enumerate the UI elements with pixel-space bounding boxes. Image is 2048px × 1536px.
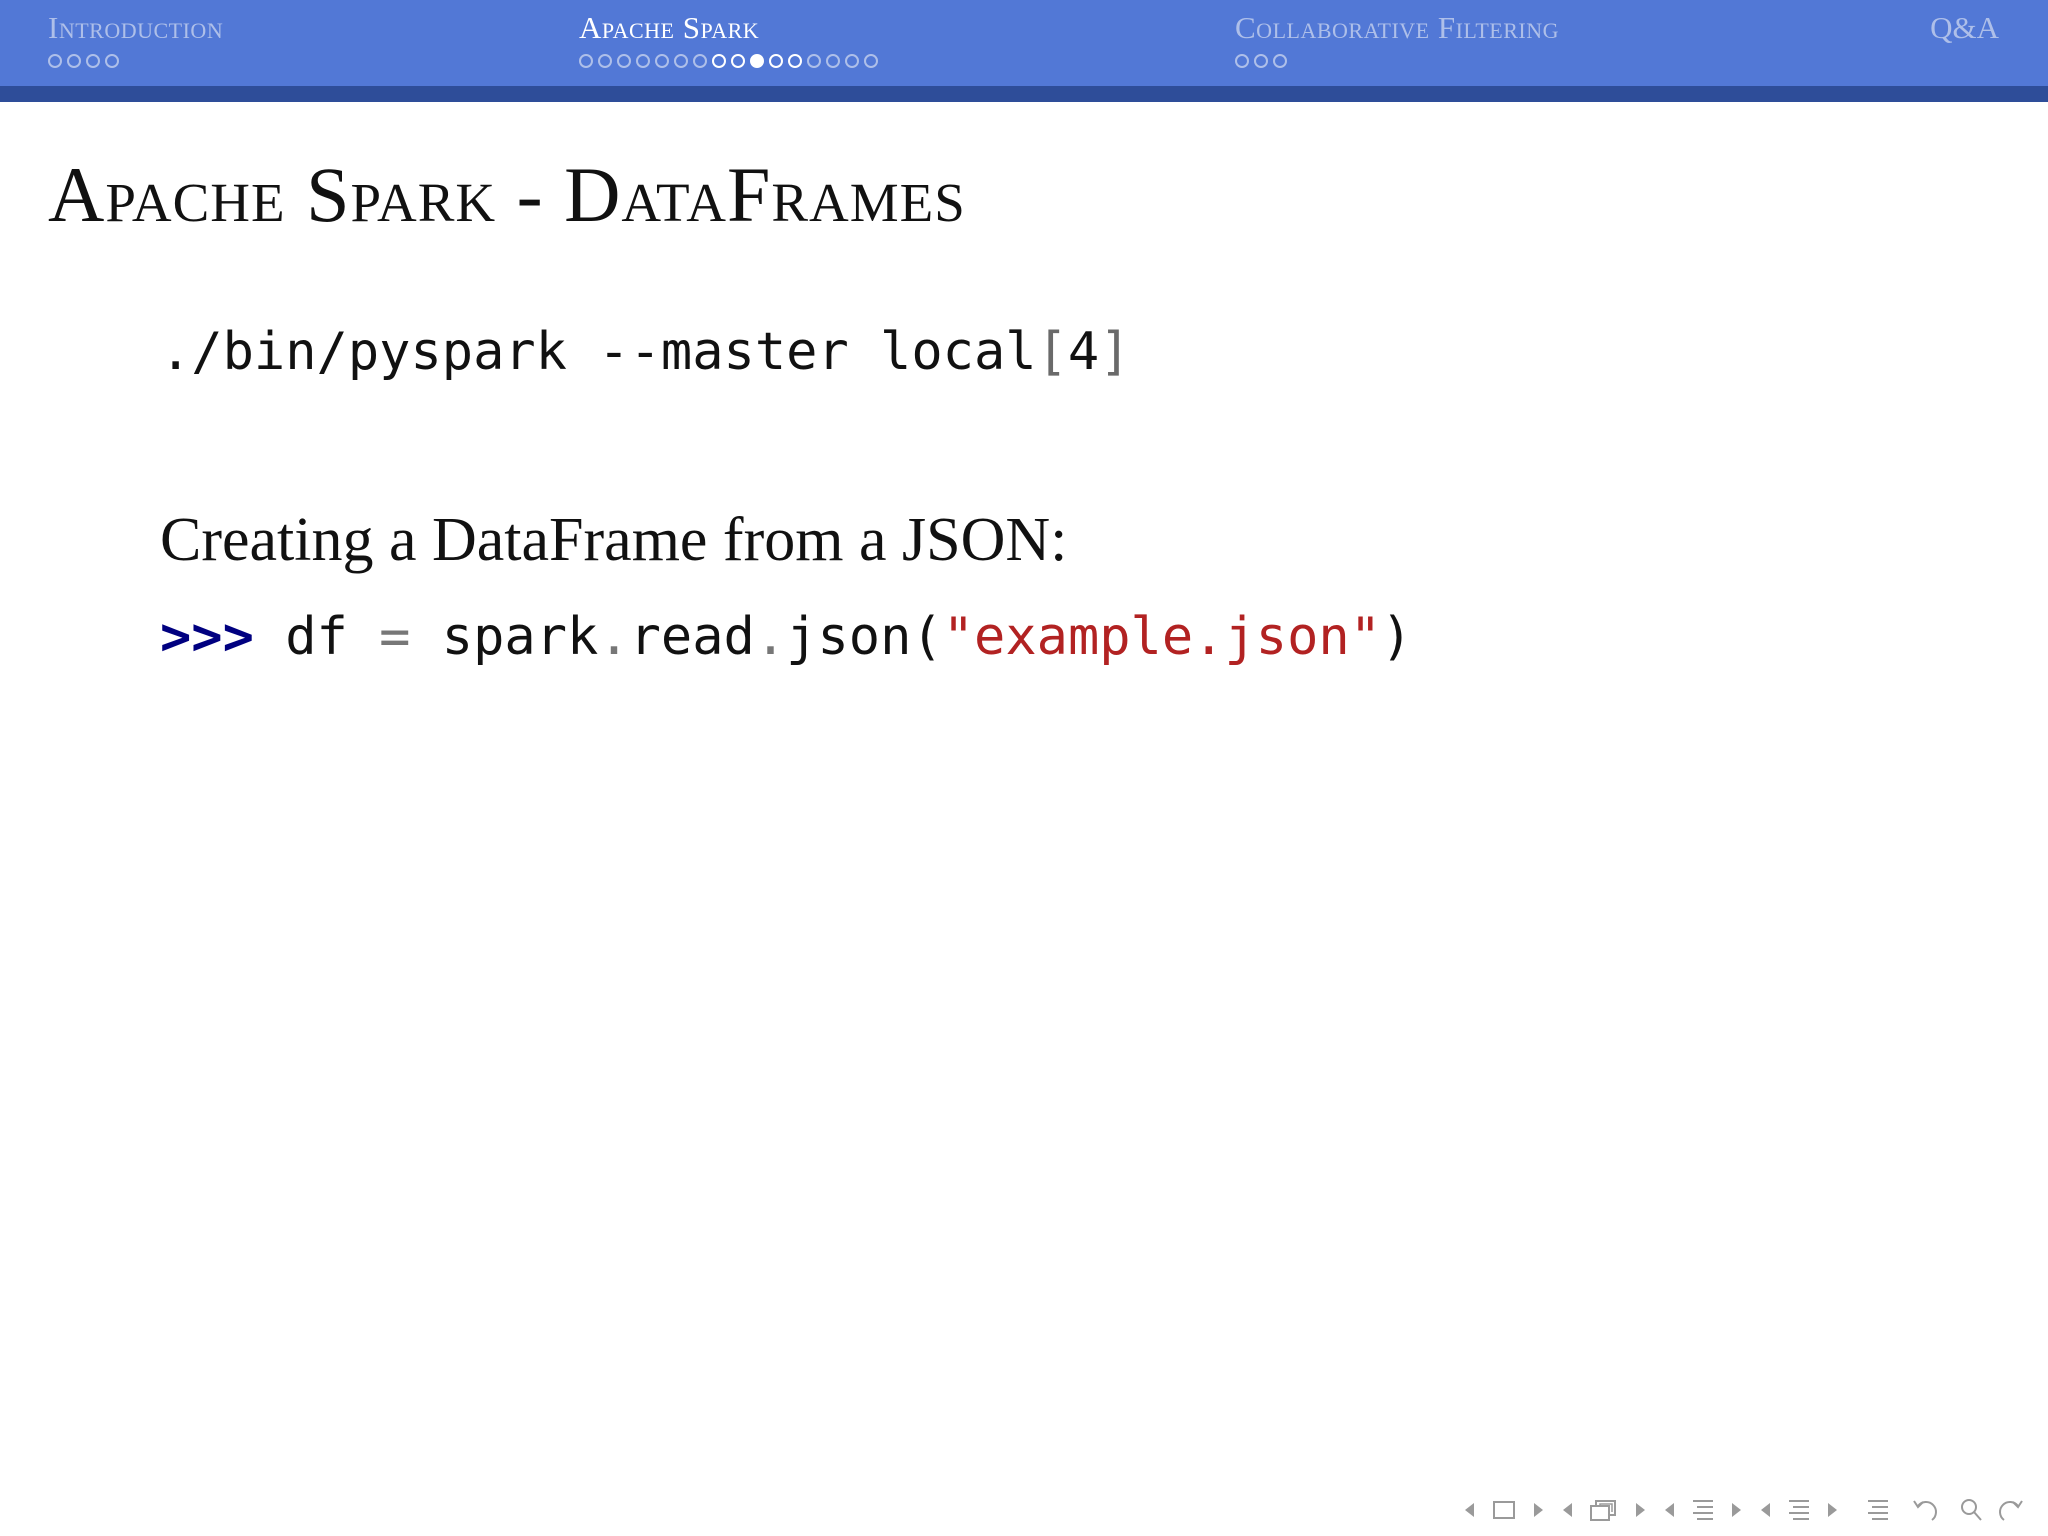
arrow-right-icon[interactable]	[1826, 1500, 1840, 1520]
align-icon[interactable]	[1854, 1496, 1894, 1524]
undo-icon[interactable]	[1908, 1496, 1944, 1524]
section-title[interactable]: Introduction	[48, 8, 223, 48]
slide-dot[interactable]	[617, 54, 631, 68]
section-icon[interactable]	[1690, 1496, 1716, 1524]
slide-dot[interactable]	[1273, 54, 1287, 68]
slide-text: Creating a DataFrame from a JSON:	[160, 506, 1068, 574]
slide-dot[interactable]	[693, 54, 707, 68]
frame-icon[interactable]	[1490, 1498, 1518, 1522]
code-operator: =	[379, 607, 411, 667]
section-dots	[48, 54, 223, 68]
slide-dot[interactable]	[598, 54, 612, 68]
code-dot: .	[754, 607, 787, 667]
slide-dot[interactable]	[845, 54, 859, 68]
slide-dot[interactable]	[864, 54, 878, 68]
arrow-right-icon[interactable]	[1532, 1500, 1546, 1520]
redo-icon[interactable]	[1998, 1496, 2028, 1524]
python-prompt: >>>	[160, 607, 254, 667]
slide-dot[interactable]	[1235, 54, 1249, 68]
slide-dot[interactable]	[655, 54, 669, 68]
slide-dot[interactable]	[86, 54, 100, 68]
section-dots	[579, 54, 878, 68]
slide-dot[interactable]	[674, 54, 688, 68]
code-object: spark	[410, 607, 599, 667]
slide-dot[interactable]	[105, 54, 119, 68]
beamer-navigation-bar	[1462, 1496, 2028, 1524]
command-bracket-close: ]	[1099, 322, 1131, 382]
pyspark-command: ./bin/pyspark --master local[4]	[160, 320, 1131, 384]
slide-dot[interactable]	[807, 54, 821, 68]
slide-dot[interactable]	[712, 54, 726, 68]
section-collaborative-filtering[interactable]: Collaborative Filtering	[1235, 8, 1559, 68]
code-paren: )	[1381, 607, 1413, 667]
slide-dot[interactable]	[826, 54, 840, 68]
code-dot: .	[598, 607, 630, 667]
code-variable: df	[253, 607, 380, 667]
code-example: >>> df = spark.read.json("example.json")	[160, 605, 1412, 669]
arrow-right-icon[interactable]	[1730, 1500, 1744, 1520]
arrow-left-icon[interactable]	[1560, 1500, 1574, 1520]
arrow-left-icon[interactable]	[1758, 1500, 1772, 1520]
section-apache-spark[interactable]: Apache Spark	[579, 8, 878, 68]
section-dots	[1235, 54, 1559, 68]
command-text: ./bin/pyspark --master local	[160, 322, 1037, 382]
code-method: read	[629, 607, 755, 667]
slide-dot[interactable]	[769, 54, 783, 68]
section-title[interactable]: Collaborative Filtering	[1235, 8, 1559, 48]
arrow-left-icon[interactable]	[1462, 1500, 1476, 1520]
command-bracket-open: [	[1036, 322, 1068, 382]
slide-dot[interactable]	[731, 54, 745, 68]
section-title[interactable]: Apache Spark	[579, 8, 878, 48]
section-introduction[interactable]: Introduction	[48, 8, 223, 68]
slide-dot[interactable]	[48, 54, 62, 68]
current-slide-dot[interactable]	[750, 54, 764, 68]
command-arg: 4	[1067, 322, 1100, 382]
slide-dot[interactable]	[1254, 54, 1268, 68]
slide-dot[interactable]	[636, 54, 650, 68]
code-string: "example.json"	[942, 607, 1382, 667]
slide-dot[interactable]	[579, 54, 593, 68]
section-qa[interactable]: Q&A	[1930, 8, 1999, 48]
arrow-left-icon[interactable]	[1662, 1500, 1676, 1520]
header-divider	[0, 86, 2048, 102]
arrow-right-icon[interactable]	[1634, 1500, 1648, 1520]
subsection-icon[interactable]	[1588, 1496, 1620, 1524]
search-icon[interactable]	[1958, 1496, 1984, 1524]
slide-dot[interactable]	[67, 54, 81, 68]
navigation-header: Introduction Apache Spark Collaborative …	[0, 0, 2048, 86]
slide-title: Apache Spark - DataFrames	[48, 151, 966, 238]
code-method: json(	[786, 607, 943, 667]
slide-dot[interactable]	[788, 54, 802, 68]
subsection-list-icon[interactable]	[1786, 1496, 1812, 1524]
